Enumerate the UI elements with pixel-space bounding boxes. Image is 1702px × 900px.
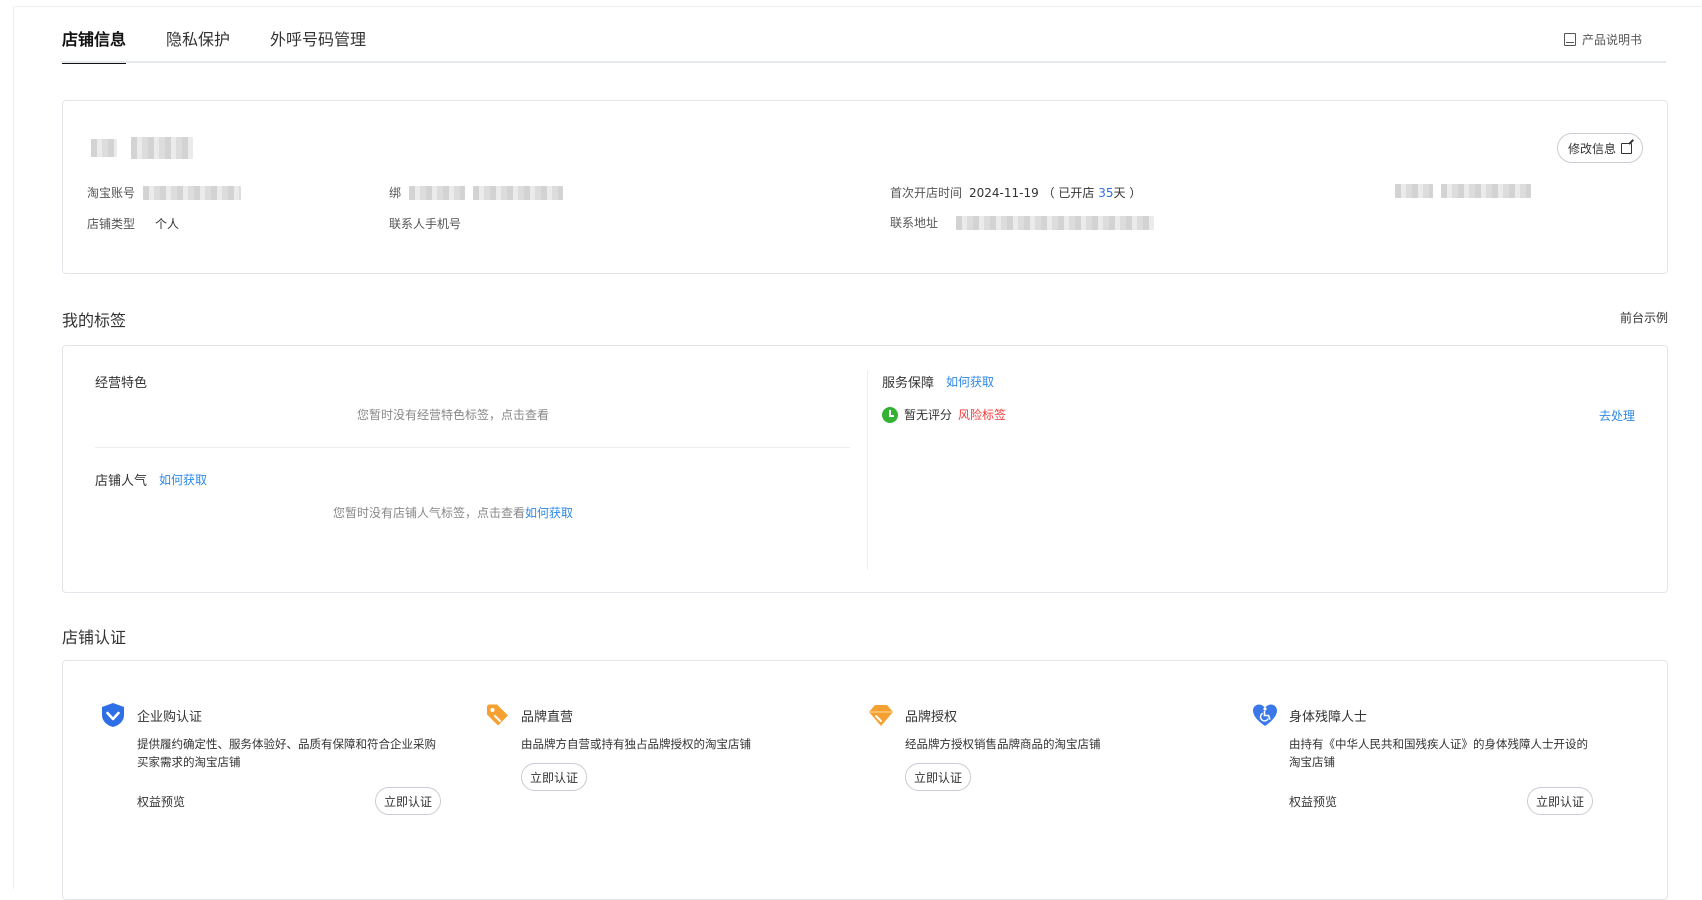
heart-accessibility-icon <box>1251 701 1279 729</box>
address-label: 联系地址 <box>890 214 938 231</box>
address-field: 联系地址 <box>890 214 1154 231</box>
product-manual-link[interactable]: 产品说明书 <box>1564 31 1642 48</box>
tab-underline <box>62 61 1666 63</box>
top-border <box>15 6 1702 7</box>
tags-card: 经营特色 您暂时没有经营特色标签，点击查看 店铺人气 如何获取 您暂时没有店铺人… <box>62 345 1668 593</box>
cert-desc: 经品牌方授权销售品牌商品的淘宝店铺 <box>905 735 1215 753</box>
service-how-link[interactable]: 如何获取 <box>946 373 994 390</box>
popularity-how-link[interactable]: 如何获取 <box>159 471 207 488</box>
front-example-link[interactable]: 前台示例 <box>1620 309 1668 326</box>
tag-icon <box>483 701 511 729</box>
address-value-blurred <box>956 216 1154 230</box>
tags-divider-vertical <box>867 370 868 570</box>
service-title: 服务保障 如何获取 <box>882 372 994 391</box>
external-link-icon <box>1621 143 1632 154</box>
risk-tag-link[interactable]: 风险标签 <box>958 406 1006 423</box>
book-icon <box>1564 33 1576 46</box>
contact-phone-field: 联系人手机号 <box>389 215 461 232</box>
certify-button[interactable]: 立即认证 <box>375 787 441 815</box>
certification-title: 店铺认证 <box>62 624 126 648</box>
shop-name <box>91 137 193 159</box>
shop-logo-blurred <box>91 139 117 157</box>
business-feature-empty[interactable]: 您暂时没有经营特色标签，点击查看 <box>357 406 549 423</box>
popularity-empty-text: 您暂时没有店铺人气标签，点击查看 <box>333 506 525 520</box>
my-tags-title: 我的标签 <box>62 307 126 331</box>
cert-name: 企业购认证 <box>137 706 202 725</box>
business-feature-title: 经营特色 <box>95 372 147 391</box>
cert-desc: 提供履约确定性、服务体验好、品质有保障和符合企业采购买家需求的淘宝店铺 <box>137 735 447 771</box>
shop-name-blurred <box>131 137 193 159</box>
shield-check-icon <box>99 701 127 729</box>
certification-card: 企业购认证 提供履约确定性、服务体验好、品质有保障和符合企业采购买家需求的淘宝店… <box>62 660 1668 900</box>
contact-phone-label: 联系人手机号 <box>389 215 461 232</box>
open-days: 35 <box>1098 186 1113 200</box>
cert-item-brand-direct: 品牌直营 由品牌方自营或持有独占品牌授权的淘宝店铺 立即认证 <box>483 701 823 791</box>
taobao-account-field: 淘宝账号 <box>87 184 241 201</box>
cert-item-brand-authorized: 品牌授权 经品牌方授权销售品牌商品的淘宝店铺 立即认证 <box>867 701 1207 791</box>
benefit-preview-link[interactable]: 权益预览 <box>137 793 185 810</box>
cert-item-enterprise: 企业购认证 提供履约确定性、服务体验好、品质有保障和符合企业采购买家需求的淘宝店… <box>99 701 439 815</box>
bind-value-blurred <box>473 186 563 200</box>
cert-name: 品牌直营 <box>521 706 573 725</box>
popularity-label: 店铺人气 <box>95 470 147 489</box>
bind-field: 绑 <box>389 184 563 201</box>
cert-desc: 由品牌方自营或持有独占品牌授权的淘宝店铺 <box>521 735 831 753</box>
extra-field-blurred <box>1395 184 1531 198</box>
certify-button[interactable]: 立即认证 <box>521 763 587 791</box>
open-prefix: （ 已开店 <box>1043 186 1099 200</box>
shop-type-value: 个人 <box>155 215 179 232</box>
diamond-icon <box>867 701 895 729</box>
business-feature-label: 经营特色 <box>95 372 147 391</box>
go-handle-link[interactable]: 去处理 <box>1599 407 1635 424</box>
cert-item-disability: 身体残障人士 由持有《中华人民共和国残疾人证》的身体残障人士开设的淘宝店铺 权益… <box>1251 701 1591 815</box>
tab-outbound-number[interactable]: 外呼号码管理 <box>270 28 366 64</box>
extra-label-blurred <box>1395 184 1433 198</box>
benefit-preview-link[interactable]: 权益预览 <box>1289 793 1337 810</box>
tab-privacy[interactable]: 隐私保护 <box>166 28 230 64</box>
cert-name: 身体残障人士 <box>1289 706 1367 725</box>
service-status: 暂无评分 <box>904 406 952 423</box>
tab-shop-info[interactable]: 店铺信息 <box>62 28 126 64</box>
certify-button[interactable]: 立即认证 <box>905 763 971 791</box>
product-manual-label: 产品说明书 <box>1582 31 1642 48</box>
service-label: 服务保障 <box>882 372 934 391</box>
certify-button[interactable]: 立即认证 <box>1527 787 1593 815</box>
cert-desc: 由持有《中华人民共和国残疾人证》的身体残障人士开设的淘宝店铺 <box>1289 735 1599 771</box>
open-time-label: 首次开店时间 <box>890 184 962 201</box>
tags-divider-horizontal <box>95 447 850 448</box>
cert-name: 品牌授权 <box>905 706 957 725</box>
bind-label: 绑 <box>389 184 401 201</box>
edit-info-label: 修改信息 <box>1568 140 1616 157</box>
bind-label-blurred <box>409 186 465 200</box>
popularity-title: 店铺人气 如何获取 <box>95 470 207 489</box>
taobao-account-value-blurred <box>143 186 241 200</box>
tab-bar: 店铺信息 隐私保护 外呼号码管理 <box>62 28 366 64</box>
taobao-account-label: 淘宝账号 <box>87 184 135 201</box>
open-date: 2024-11-19 <box>969 186 1039 200</box>
left-border <box>13 6 14 889</box>
popularity-empty: 您暂时没有店铺人气标签，点击查看如何获取 <box>333 504 573 521</box>
popularity-empty-how-link[interactable]: 如何获取 <box>525 506 573 520</box>
open-suffix: 天 ） <box>1114 186 1142 200</box>
service-status-row: 暂无评分 风险标签 <box>882 406 1006 423</box>
shop-info-card: 修改信息 淘宝账号 绑 首次开店时间 2024-11-19 （ 已开店 35天 … <box>62 100 1668 274</box>
extra-value-blurred <box>1441 184 1531 198</box>
shop-type-field: 店铺类型 个人 <box>87 215 179 232</box>
shop-type-label: 店铺类型 <box>87 215 135 232</box>
edit-info-button[interactable]: 修改信息 <box>1557 133 1643 163</box>
open-time-field: 首次开店时间 2024-11-19 （ 已开店 35天 ） <box>890 184 1141 201</box>
clock-icon <box>882 407 898 423</box>
